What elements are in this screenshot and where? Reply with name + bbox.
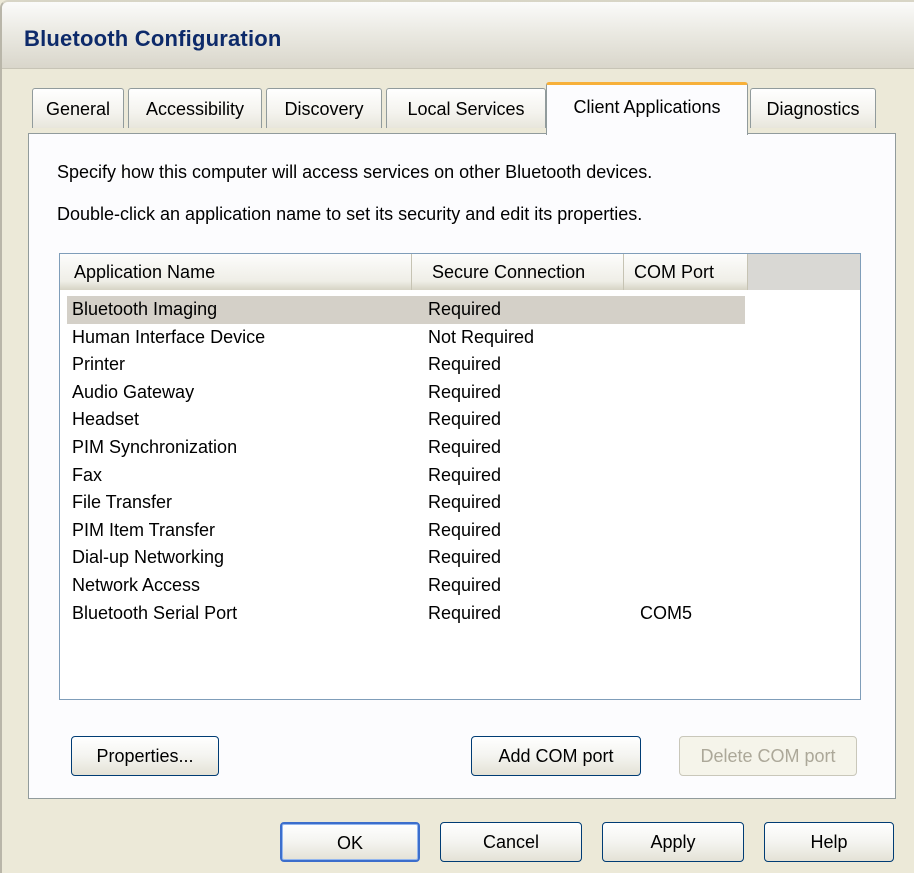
secure-connection-cell: Required	[428, 464, 502, 485]
secure-connection-cell: Required	[428, 574, 502, 595]
column-header-com-port[interactable]: COM Port	[624, 254, 748, 290]
add-com-port-button[interactable]: Add COM port	[471, 736, 641, 776]
secure-connection-cell: Not Required	[428, 326, 535, 347]
app-name-cell: Bluetooth Serial Port	[72, 602, 238, 623]
app-name-cell: Human Interface Device	[72, 326, 266, 347]
apply-button[interactable]: Apply	[602, 822, 744, 862]
app-name-cell: Audio Gateway	[72, 381, 195, 402]
list-item[interactable]: File Transfer Required	[60, 489, 860, 517]
tab-client-applications[interactable]: Client Applications	[546, 82, 748, 135]
tab-diagnostics[interactable]: Diagnostics	[750, 88, 876, 128]
list-item[interactable]: Printer Required	[60, 351, 860, 379]
list-item[interactable]: Audio Gateway Required	[60, 379, 860, 407]
secure-connection-cell: Required	[428, 354, 502, 375]
description-line-2: Double-click an application name to set …	[57, 204, 643, 224]
help-button[interactable]: Help	[764, 822, 894, 862]
com-port-cell: COM5	[640, 602, 693, 623]
cancel-button[interactable]: Cancel	[440, 822, 582, 862]
delete-com-port-button[interactable]: Delete COM port	[679, 736, 857, 776]
list-rows: Bluetooth Imaging Required Human Interfa…	[60, 296, 860, 627]
list-item[interactable]: Human Interface Device Not Required	[60, 324, 860, 352]
secure-connection-cell: Required	[428, 547, 502, 568]
list-item[interactable]: Network Access Required	[60, 572, 860, 600]
ok-button[interactable]: OK	[280, 822, 420, 862]
column-header-application-name[interactable]: Application Name	[60, 254, 412, 290]
client-applications-list[interactable]: Application Name Secure Connection COM P…	[59, 253, 861, 700]
list-item[interactable]: Fax Required	[60, 462, 860, 490]
description-line-1: Specify how this computer will access se…	[57, 162, 653, 182]
title-bar[interactable]: Bluetooth Configuration	[2, 2, 914, 69]
list-item[interactable]: Dial-up Networking Required	[60, 544, 860, 572]
app-name-cell: Network Access	[72, 574, 201, 595]
secure-connection-cell: Required	[428, 519, 502, 540]
secure-connection-cell: Required	[428, 436, 502, 457]
secure-connection-cell: Required	[428, 299, 502, 319]
client-applications-panel: Specify how this computer will access se…	[28, 133, 896, 799]
properties-button[interactable]: Properties...	[71, 736, 219, 776]
bluetooth-configuration-window: Bluetooth Configuration General Accessib…	[0, 0, 914, 873]
list-item[interactable]: Bluetooth Imaging Required	[60, 296, 860, 324]
column-header-secure-connection[interactable]: Secure Connection	[412, 254, 624, 290]
secure-connection-cell: Required	[428, 381, 502, 402]
list-item[interactable]: Headset Required	[60, 406, 860, 434]
secure-connection-cell: Required	[428, 409, 502, 430]
tab-strip: General Accessibility Discovery Local Se…	[32, 82, 892, 135]
list-item[interactable]: PIM Item Transfer Required	[60, 517, 860, 545]
app-name-cell: PIM Synchronization	[72, 436, 238, 457]
window-title: Bluetooth Configuration	[24, 26, 282, 51]
app-name-cell: PIM Item Transfer	[72, 519, 216, 540]
column-header-filler	[748, 254, 860, 290]
tab-discovery[interactable]: Discovery	[266, 88, 382, 128]
app-name-cell: Printer	[72, 354, 126, 375]
secure-connection-cell: Required	[428, 492, 502, 513]
app-name-cell: Fax	[72, 464, 103, 485]
list-item[interactable]: PIM Synchronization Required	[60, 434, 860, 462]
tab-local-services[interactable]: Local Services	[386, 88, 546, 128]
secure-connection-cell: Required	[428, 602, 502, 623]
list-header: Application Name Secure Connection COM P…	[60, 254, 860, 290]
tab-accessibility[interactable]: Accessibility	[128, 88, 262, 128]
app-name-cell: Bluetooth Imaging	[72, 299, 218, 319]
app-name-cell: Headset	[72, 409, 140, 430]
list-item[interactable]: Bluetooth Serial Port Required COM5	[60, 600, 860, 628]
app-name-cell: Dial-up Networking	[72, 547, 225, 568]
tab-general[interactable]: General	[32, 88, 124, 128]
app-name-cell: File Transfer	[72, 492, 173, 513]
